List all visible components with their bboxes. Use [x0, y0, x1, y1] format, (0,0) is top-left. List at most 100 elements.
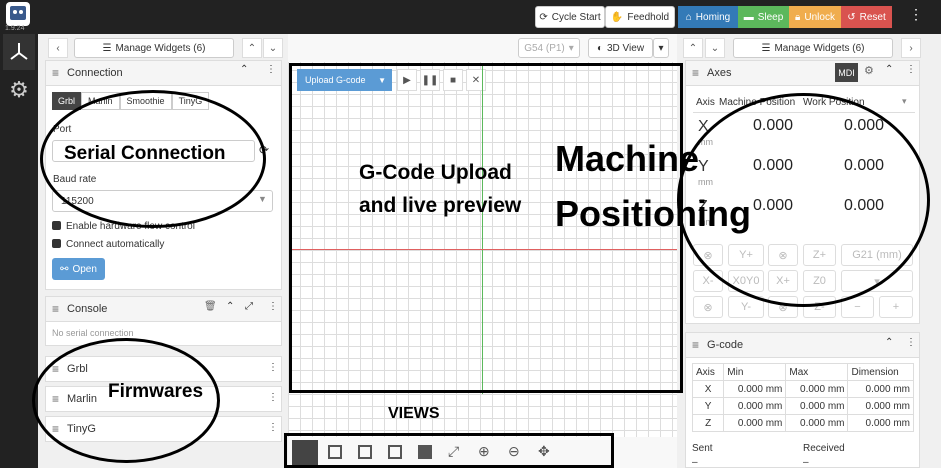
panel-menu-icon[interactable]: ⋮: [266, 64, 276, 75]
settings-nav-icon[interactable]: ⚙: [3, 72, 35, 108]
views-box: [284, 433, 614, 468]
gcode-upload-annotation: G-Code Upload: [359, 161, 512, 184]
console-title: Console: [67, 303, 108, 315]
wcs-select[interactable]: G54 (P1) ▾: [518, 38, 580, 58]
trash-icon[interactable]: 🗑︎: [204, 301, 217, 312]
unlock-label: Unlock: [804, 11, 835, 23]
panel-menu-icon[interactable]: ⋮: [906, 337, 916, 348]
chevron-down-icon[interactable]: ⌄: [705, 38, 725, 58]
flow-control-checkbox[interactable]: [52, 221, 61, 230]
header-max: Max: [785, 363, 849, 381]
more-menu-icon[interactable]: ⋮: [909, 6, 923, 28]
machine-positioning-ellipse: [677, 93, 930, 307]
lock-icon: 🔒︎: [795, 11, 801, 23]
collapse-icon[interactable]: ⌃: [885, 337, 893, 348]
version-label: 1.9.24: [5, 25, 25, 32]
axes-title: Axes: [707, 67, 732, 79]
cell: Y: [691, 397, 725, 415]
received-value: –: [803, 457, 809, 468]
cell: 0.000 mm: [847, 397, 914, 415]
chevron-up-icon[interactable]: ⌃: [683, 38, 703, 58]
panel-menu-icon[interactable]: ⋮: [906, 64, 916, 75]
table-row: Axis Min Max Dimension: [691, 363, 914, 381]
toggle-icon: ◐: [596, 42, 603, 54]
chevron-left-icon[interactable]: ‹: [48, 38, 68, 58]
jog-diagonal-icon[interactable]: ⊗: [693, 296, 723, 318]
col-axis: Axis: [696, 97, 715, 108]
sleep-button[interactable]: ▬ Sleep: [738, 6, 789, 28]
gcode-bounds-table: Axis Min Max Dimension X 0.000 mm 0.000 …: [691, 363, 914, 432]
homing-label: Homing: [695, 11, 731, 23]
caret-down-icon: ▼: [258, 194, 267, 204]
logo-area: 1.9.24: [0, 0, 38, 34]
panel-menu-icon[interactable]: ⋮: [268, 301, 278, 312]
feedhold-button[interactable]: ✋ Feedhold: [605, 6, 675, 28]
cell: X: [691, 380, 725, 398]
expand-icon[interactable]: ⤢: [245, 301, 253, 312]
bed-icon: ▬: [743, 11, 754, 23]
cell: 0.000 mm: [847, 414, 914, 432]
view-mode-dropdown[interactable]: ▾: [653, 38, 669, 58]
cycle-start-button[interactable]: ⟳ Cycle Start: [535, 6, 605, 28]
collapse-icon[interactable]: ⌃: [240, 64, 248, 75]
cell: 0.000 mm: [723, 414, 787, 432]
refresh-icon: ⟳: [539, 11, 548, 23]
sent-label: Sent: [692, 443, 713, 454]
drag-handle-icon[interactable]: ≡: [52, 302, 59, 316]
list-icon: ☰: [761, 42, 771, 54]
cell: 0.000 mm: [723, 380, 787, 398]
cell: 0.000 mm: [785, 380, 849, 398]
undo-icon: ↺: [847, 11, 856, 23]
homing-button[interactable]: ⌂ Homing: [678, 6, 738, 28]
collapse-icon[interactable]: ⌃: [885, 64, 893, 75]
chevron-down-icon[interactable]: ⌄: [263, 38, 283, 58]
step-plus-button[interactable]: +: [879, 296, 913, 318]
drag-handle-icon[interactable]: ≡: [52, 66, 59, 80]
list-icon: ☰: [102, 42, 112, 54]
app-logo[interactable]: [6, 2, 30, 26]
cell: Z: [691, 414, 725, 432]
manage-widgets-right-button[interactable]: ☰ Manage Widgets (6): [733, 38, 893, 58]
header-axis: Axis: [691, 363, 725, 381]
connect-auto-label: Connect automatically: [66, 239, 165, 250]
unlock-button[interactable]: 🔒︎ Unlock: [789, 6, 841, 28]
console-empty-text: No serial connection: [52, 328, 134, 338]
manage-widgets-left-button[interactable]: ☰ Manage Widgets (6): [74, 38, 234, 58]
drag-handle-icon[interactable]: ≡: [692, 66, 699, 80]
link-icon: ⚯: [60, 263, 69, 275]
gear-icon[interactable]: ⚙: [864, 64, 874, 77]
axes-nav-icon[interactable]: [3, 34, 35, 70]
wcs-label: G54 (P1): [524, 42, 565, 54]
open-label: Open: [72, 263, 97, 275]
hand-icon: ✋: [610, 11, 624, 23]
mdi-button[interactable]: MDI: [835, 63, 858, 82]
chevron-up-icon[interactable]: ⌃: [242, 38, 262, 58]
connect-auto-checkbox[interactable]: [52, 239, 61, 248]
caret-down-icon[interactable]: ▾: [902, 96, 907, 107]
drag-handle-icon[interactable]: ≡: [692, 338, 699, 352]
chevron-right-icon[interactable]: ›: [901, 38, 921, 58]
table-row: X 0.000 mm 0.000 mm 0.000 mm: [691, 380, 914, 398]
received-label: Received: [803, 443, 845, 454]
manage-widgets-label: Manage Widgets (6): [115, 42, 206, 54]
view-mode-button[interactable]: ◐ 3D View: [588, 38, 653, 58]
sleep-label: Sleep: [757, 11, 784, 23]
cell: 0.000 mm: [847, 380, 914, 398]
header-dimension: Dimension: [847, 363, 914, 381]
collapse-icon[interactable]: ⌃: [226, 301, 234, 312]
firmwares-annotation: Firmwares: [108, 381, 204, 402]
sent-value: –: [692, 457, 698, 468]
reset-button[interactable]: ↺ Reset: [841, 6, 892, 28]
panel-menu-icon[interactable]: ⋮: [268, 392, 278, 403]
header-min: Min: [723, 363, 787, 381]
feedhold-label: Feedhold: [627, 11, 670, 23]
cycle-start-label: Cycle Start: [551, 11, 601, 23]
panel-menu-icon[interactable]: ⋮: [268, 422, 278, 433]
reset-label: Reset: [859, 11, 886, 23]
cell: 0.000 mm: [785, 397, 849, 415]
panel-menu-icon[interactable]: ⋮: [268, 362, 278, 373]
table-row: Z 0.000 mm 0.000 mm 0.000 mm: [691, 414, 914, 432]
open-button[interactable]: ⚯ Open: [52, 258, 105, 280]
manage-widgets-label: Manage Widgets (6): [774, 42, 865, 54]
gcode-preview-annotation: and live preview: [359, 194, 522, 217]
